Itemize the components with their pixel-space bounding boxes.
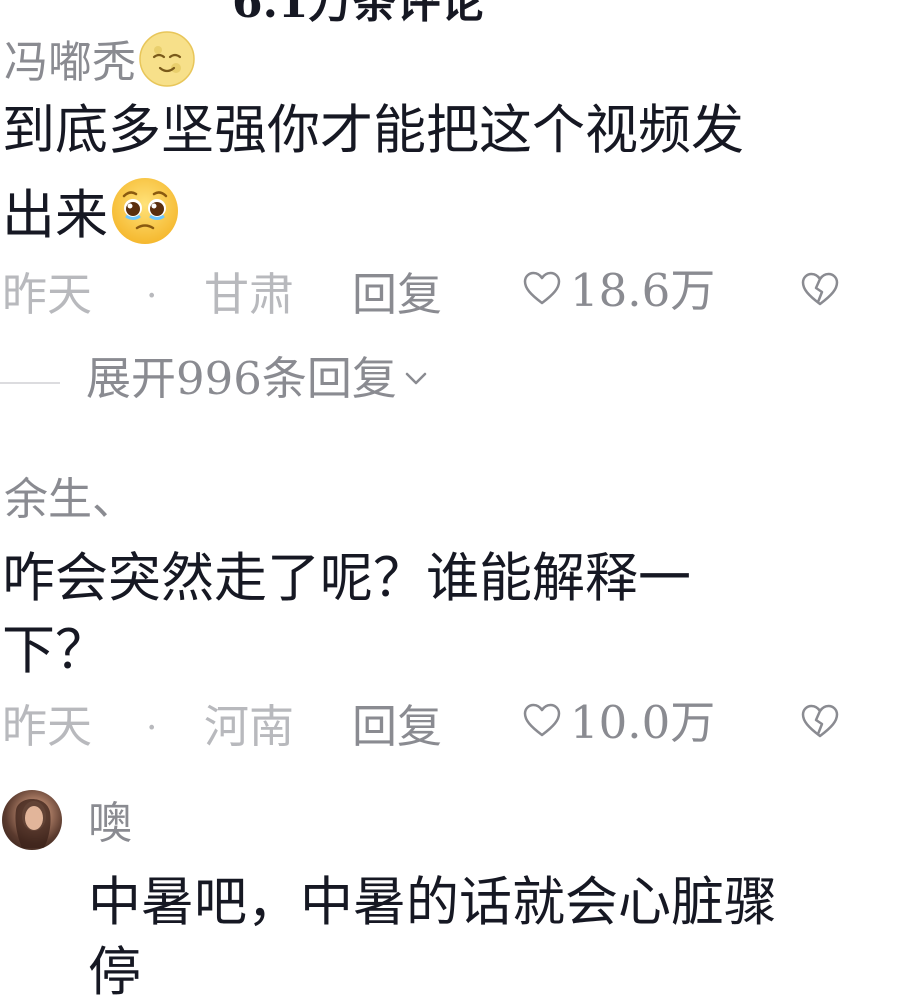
expand-replies-button[interactable]: 展开996条回复 <box>86 356 431 401</box>
chevron-down-icon <box>401 356 431 401</box>
broken-heart-icon <box>800 702 840 746</box>
meta-separator: · <box>146 276 158 317</box>
reply-button[interactable]: 回复 <box>352 272 442 317</box>
meta-separator: · <box>146 708 158 749</box>
expand-divider <box>0 382 60 384</box>
pleading-face-emoji-icon <box>110 176 180 255</box>
heart-icon <box>522 701 562 745</box>
comment-username[interactable]: 冯嘟秃 <box>4 30 196 96</box>
comment-location: 甘肃 <box>204 268 295 321</box>
expand-replies-label: 展开996条回复 <box>86 352 397 405</box>
broken-heart-icon <box>800 270 840 314</box>
comment-location: 河南 <box>204 700 295 753</box>
like-button[interactable]: 18.6万 <box>522 268 715 313</box>
heart-icon <box>522 269 562 313</box>
comment-time: 昨天 <box>2 700 93 753</box>
comment-text-line: 停 <box>88 942 141 1003</box>
dislike-button[interactable] <box>800 702 840 746</box>
comment-2: 余生、 咋会突然走了呢？谁能解释一 下？ 昨天 · 河南 回复 10.0万 <box>0 460 898 760</box>
like-button[interactable]: 10.0万 <box>522 700 715 745</box>
comment-text-line: 中暑吧，中暑的话就会心脏骤 <box>88 872 777 933</box>
comment-1: 冯嘟秃 到底多坚强你才能把这个视频发 出来 昨天 · 甘肃 回复 18.6万 展… <box>0 0 898 420</box>
comment-text-line: 下？ <box>2 620 108 681</box>
comment-username[interactable]: 余生、 <box>4 478 136 522</box>
comment-text-line: 出来 <box>2 176 180 255</box>
moon-face-emoji-icon <box>138 30 196 96</box>
avatar[interactable] <box>2 790 62 850</box>
comment-text-line2: 出来 <box>2 185 108 246</box>
comment-text-line: 到底多坚强你才能把这个视频发 <box>2 100 744 161</box>
comment-text-line: 咋会突然走了呢？谁能解释一 <box>2 548 691 609</box>
dislike-button[interactable] <box>800 270 840 314</box>
reply-button[interactable]: 回复 <box>352 704 442 749</box>
comment-username[interactable]: 噢 <box>88 802 132 846</box>
like-count: 18.6万 <box>570 264 716 317</box>
like-count: 10.0万 <box>570 696 716 749</box>
comment-username-text: 冯嘟秃 <box>4 37 136 88</box>
comment-time: 昨天 <box>2 268 93 321</box>
